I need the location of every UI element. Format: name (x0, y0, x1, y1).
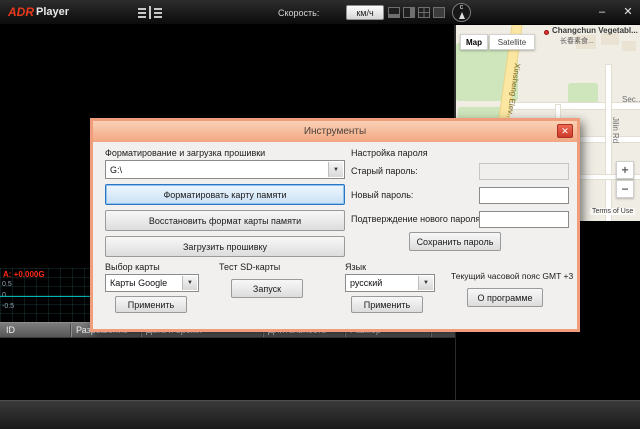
dialog-title: Инструменты (93, 121, 577, 142)
street-label-jilin: Jilin Rd (611, 117, 620, 143)
view-toggle-icon-1[interactable] (388, 7, 400, 18)
run-sd-test-button[interactable]: Запуск (231, 279, 303, 298)
adr-player-window: ADR Player Скорость: км/ч с – ✕ A: +0.00… (0, 0, 640, 429)
zoom-out-button[interactable]: − (616, 180, 634, 198)
terms-of-use-link[interactable]: Terms of Use (590, 208, 635, 215)
language-heading: Язык (345, 262, 366, 272)
language-select[interactable]: русский (345, 274, 435, 292)
column-separator (70, 324, 71, 337)
new-password-label: Новый пароль: (351, 190, 413, 200)
poi-label-en: Changchun Vegetabl... (552, 26, 638, 35)
speed-label: Скорость: (278, 8, 319, 18)
gsensor-reading: A: +0.000G (3, 270, 45, 279)
bottom-toolbar: ⚙ ◄◄ ■ ► ►► (0, 400, 640, 429)
street-label-sec: Sec... (622, 95, 640, 104)
view-toggle-icon-3[interactable] (418, 7, 430, 18)
language-value: русский (350, 278, 382, 288)
view-toggle-icon-2[interactable] (403, 7, 415, 18)
compass-needle-icon (459, 12, 465, 19)
titlebar[interactable]: ADR Player Скорость: км/ч с – ✕ (0, 0, 640, 25)
load-firmware-button[interactable]: Загрузить прошивку (105, 236, 345, 257)
chevron-down-icon (328, 162, 343, 177)
satellite-type-button[interactable]: Satellite (489, 34, 535, 50)
restore-format-button[interactable]: Восстановить формат карты памяти (105, 210, 345, 231)
map-type-button[interactable]: Map (460, 34, 488, 50)
dialog-close-button[interactable]: ✕ (557, 124, 573, 138)
equalizer-icon (138, 6, 162, 19)
format-card-button[interactable]: Форматировать карту памяти (105, 184, 345, 205)
compass-north-label: с (460, 4, 464, 11)
column-header-id[interactable]: ID (6, 325, 15, 335)
gsensor-axis-label: 0.5 (2, 281, 12, 288)
map-provider-value: Карты Google (110, 278, 167, 288)
zoom-in-button[interactable]: + (616, 161, 634, 179)
format-section-heading: Форматирование и загрузка прошивки (105, 148, 265, 158)
old-password-label: Старый пароль: (351, 166, 418, 176)
gsensor-baseline (0, 296, 90, 297)
view-toggle-icon-4[interactable] (433, 7, 445, 18)
compass-icon: с (452, 3, 471, 22)
map-building (622, 41, 636, 51)
about-button[interactable]: О программе (467, 288, 543, 307)
apply-language-button[interactable]: Применить (351, 296, 423, 313)
chevron-down-icon (182, 276, 197, 290)
speed-unit-box: км/ч (346, 5, 384, 20)
sd-test-heading: Тест SD-карты (219, 262, 280, 272)
map-provider-select[interactable]: Карты Google (105, 274, 199, 292)
minimize-button[interactable]: – (594, 5, 610, 19)
map-section-heading: Выбор карты (105, 262, 160, 272)
confirm-password-field[interactable] (479, 211, 569, 228)
gsensor-axis-label: -0.5 (2, 303, 14, 310)
save-password-button[interactable]: Сохранить пароль (409, 232, 501, 251)
password-section-heading: Настройка пароля (351, 148, 428, 158)
poi-label-cn: 长春素食... (560, 36, 594, 46)
gsensor-panel: A: +0.000G 0.5 0 -0.5 (0, 268, 90, 322)
confirm-password-label: Подтверждение нового пароля: (351, 214, 483, 224)
map-park-area (568, 83, 598, 105)
drive-select-value: G:\ (110, 165, 122, 175)
app-logo-adr: ADR (8, 5, 34, 19)
filelist-body[interactable] (0, 338, 455, 400)
drive-select[interactable]: G:\ (105, 160, 345, 179)
tools-dialog: Инструменты ✕ Форматирование и загрузка … (90, 118, 580, 332)
map-road (511, 103, 640, 109)
window-close-button[interactable]: ✕ (620, 5, 636, 19)
dialog-titlebar[interactable]: Инструменты ✕ (93, 121, 577, 142)
old-password-field[interactable] (479, 163, 569, 180)
apply-map-button[interactable]: Применить (115, 296, 187, 313)
chevron-down-icon (418, 276, 433, 290)
map-pin-icon (544, 30, 549, 35)
app-logo-player: Player (36, 6, 69, 18)
new-password-field[interactable] (479, 187, 569, 204)
timezone-label: Текущий часовой пояс GMT +3 (451, 271, 573, 281)
